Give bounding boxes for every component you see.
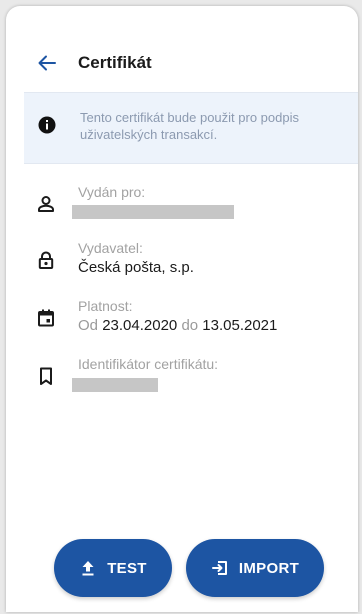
info-text: Tento certifikát bude použit pro podpis … bbox=[80, 110, 299, 142]
validity-value: Od 23.04.2020 do 13.05.2021 bbox=[78, 317, 277, 334]
identifier-label: Identifikátor certifikátu: bbox=[78, 356, 219, 372]
import-button[interactable]: IMPORT bbox=[186, 539, 324, 597]
app-bar: Certifikát bbox=[6, 6, 358, 88]
lock-icon bbox=[36, 250, 56, 270]
issuer-label: Vydavatel: bbox=[78, 240, 143, 256]
phone-screen: Certifikát Tento certifikát bude použit … bbox=[6, 6, 358, 612]
identifier-row: Identifikátor certifikátu: bbox=[6, 348, 358, 404]
issued-to-row: Vydán pro: bbox=[6, 176, 358, 232]
info-icon bbox=[38, 116, 56, 134]
test-button-label: TEST bbox=[107, 559, 147, 577]
test-button[interactable]: TEST bbox=[54, 539, 172, 597]
page-title: Certifikát bbox=[78, 53, 152, 72]
import-button-label: IMPORT bbox=[238, 559, 300, 577]
arrow-left-icon bbox=[38, 55, 56, 71]
person-icon bbox=[36, 194, 56, 214]
upload-icon bbox=[82, 561, 94, 576]
validity-to-prefix: do bbox=[181, 317, 199, 334]
back-button[interactable] bbox=[36, 52, 58, 74]
validity-from-prefix: Od bbox=[78, 317, 99, 334]
redacted-issued-to-value bbox=[72, 205, 234, 219]
validity-from-date: 23.04.2020 bbox=[102, 317, 178, 334]
redacted-identifier-value bbox=[72, 378, 158, 392]
calendar-icon bbox=[36, 308, 56, 328]
issuer-row: Vydavatel: Česká pošta, s.p. bbox=[6, 232, 358, 288]
issuer-value: Česká pošta, s.p. bbox=[78, 259, 194, 276]
validity-row: Platnost: Od 23.04.2020 do 13.05.2021 bbox=[6, 290, 358, 346]
bookmark-icon bbox=[36, 366, 56, 386]
validity-label: Platnost: bbox=[78, 298, 133, 314]
validity-to-date: 13.05.2021 bbox=[202, 317, 278, 334]
login-icon bbox=[211, 561, 227, 575]
issued-to-label: Vydán pro: bbox=[78, 184, 146, 200]
info-banner: Tento certifikát bude použit pro podpis … bbox=[24, 92, 358, 164]
